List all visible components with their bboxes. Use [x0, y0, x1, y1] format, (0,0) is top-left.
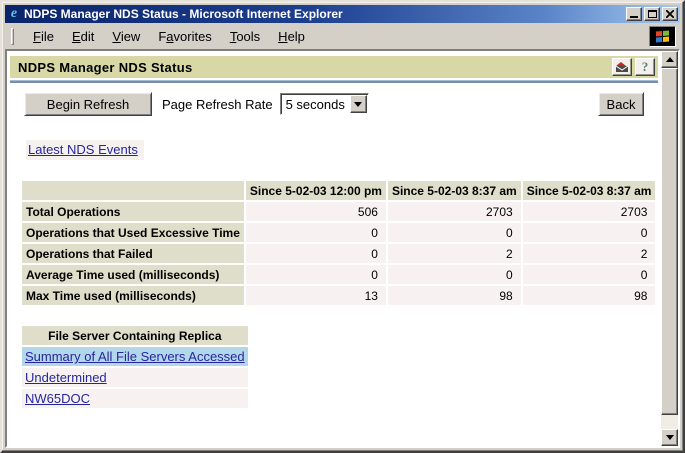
arrow-up-icon [666, 57, 674, 62]
stats-value: 0 [246, 265, 386, 284]
stats-value: 98 [523, 286, 656, 305]
stats-row-label: Average Time used (milliseconds) [22, 265, 244, 284]
file-servers-table: File Server Containing Replica Summary o… [20, 324, 250, 410]
servers-table-header: File Server Containing Replica [22, 326, 248, 345]
link-nw65doc[interactable]: NW65DOC [25, 391, 90, 406]
stats-value: 0 [246, 244, 386, 263]
maximize-icon [648, 10, 657, 18]
stats-value: 2 [388, 244, 521, 263]
table-row: Operations that Used Excessive Time 0 0 … [22, 223, 655, 242]
header-divider [10, 80, 658, 83]
minimize-icon [630, 16, 638, 18]
servers-header-row: File Server Containing Replica [22, 326, 248, 345]
internet-explorer-icon: e [7, 7, 21, 21]
title-bar: e NDPS Manager NDS Status - Microsoft In… [5, 5, 680, 23]
nds-stats-table: Since 5-02-03 12:00 pm Since 5-02-03 8:3… [20, 179, 657, 307]
scroll-up-button[interactable] [661, 51, 678, 68]
browser-content-frame: NDPS Manager NDS Status Begin Refresh Pa… [5, 49, 680, 448]
refresh-rate-label: Page Refresh Rate [162, 97, 273, 112]
stats-value: 0 [523, 265, 656, 284]
events-link-wrap: Latest NDS Events [26, 140, 144, 160]
stats-value: 0 [388, 265, 521, 284]
help-button[interactable] [635, 58, 655, 76]
latest-nds-events-link[interactable]: Latest NDS Events [28, 142, 138, 157]
stats-row-label: Max Time used (milliseconds) [22, 286, 244, 305]
stats-value: 0 [523, 223, 656, 242]
page-title: NDPS Manager NDS Status [18, 60, 609, 75]
browser-window: e NDPS Manager NDS Status - Microsoft In… [0, 0, 685, 453]
stats-col-header: Since 5-02-03 8:37 am [523, 181, 656, 200]
back-button[interactable]: Back [598, 92, 644, 116]
stats-value: 0 [388, 223, 521, 242]
scrollbar-thumb[interactable] [661, 68, 678, 415]
stats-value: 2 [523, 244, 656, 263]
stats-corner-cell [22, 181, 244, 200]
table-row: Average Time used (milliseconds) 0 0 0 [22, 265, 655, 284]
close-button[interactable] [662, 7, 678, 21]
arrow-down-icon [666, 435, 674, 440]
exit-button[interactable] [612, 58, 632, 76]
list-item: Undetermined [22, 368, 248, 387]
stats-value: 98 [388, 286, 521, 305]
link-undetermined[interactable]: Undetermined [25, 370, 107, 385]
toolbar-grip[interactable] [11, 28, 14, 45]
stats-value: 2703 [523, 202, 656, 221]
help-icon [642, 59, 649, 75]
table-row: Operations that Failed 0 2 2 [22, 244, 655, 263]
menu-file[interactable]: File [24, 27, 63, 46]
toolbar: Begin Refresh Page Refresh Rate 5 second… [24, 92, 644, 116]
menu-favorites[interactable]: Favorites [149, 27, 220, 46]
stats-value: 0 [246, 223, 386, 242]
dropdown-arrow-button[interactable] [350, 95, 367, 113]
menu-edit[interactable]: Edit [63, 27, 103, 46]
scrollbar-track[interactable] [661, 68, 678, 429]
vertical-scrollbar[interactable] [661, 51, 678, 446]
stats-row-label: Operations that Failed [22, 244, 244, 263]
chevron-down-icon [354, 102, 362, 107]
refresh-rate-select[interactable]: 5 seconds [280, 93, 369, 115]
menu-bar: File Edit View Favorites Tools Help [5, 23, 680, 49]
close-icon [666, 10, 674, 18]
stats-row-label: Operations that Used Excessive Time [22, 223, 244, 242]
table-row: Total Operations 506 2703 2703 [22, 202, 655, 221]
stats-col-header: Since 5-02-03 8:37 am [388, 181, 521, 200]
list-item: Summary of All File Servers Accessed [22, 347, 248, 366]
link-summary-all-file-servers[interactable]: Summary of All File Servers Accessed [25, 349, 245, 364]
refresh-rate-value: 5 seconds [281, 97, 350, 112]
list-item: NW65DOC [22, 389, 248, 408]
begin-refresh-button[interactable]: Begin Refresh [24, 92, 152, 116]
page-header-bar: NDPS Manager NDS Status [10, 56, 658, 78]
menu-help[interactable]: Help [269, 27, 314, 46]
minimize-button[interactable] [626, 7, 642, 21]
stats-header-row: Since 5-02-03 12:00 pm Since 5-02-03 8:3… [22, 181, 655, 200]
exit-icon [616, 62, 629, 73]
table-row: Max Time used (milliseconds) 13 98 98 [22, 286, 655, 305]
windows-logo [649, 26, 676, 47]
menu-view[interactable]: View [103, 27, 149, 46]
stats-value: 2703 [388, 202, 521, 221]
window-title: NDPS Manager NDS Status - Microsoft Inte… [24, 7, 623, 21]
page: NDPS Manager NDS Status Begin Refresh Pa… [7, 51, 661, 446]
stats-value: 506 [246, 202, 386, 221]
maximize-button[interactable] [644, 7, 660, 21]
windows-flag-icon [656, 30, 669, 42]
stats-value: 13 [246, 286, 386, 305]
stats-row-label: Total Operations [22, 202, 244, 221]
menu-tools[interactable]: Tools [221, 27, 269, 46]
stats-col-header: Since 5-02-03 12:00 pm [246, 181, 386, 200]
scroll-down-button[interactable] [661, 429, 678, 446]
